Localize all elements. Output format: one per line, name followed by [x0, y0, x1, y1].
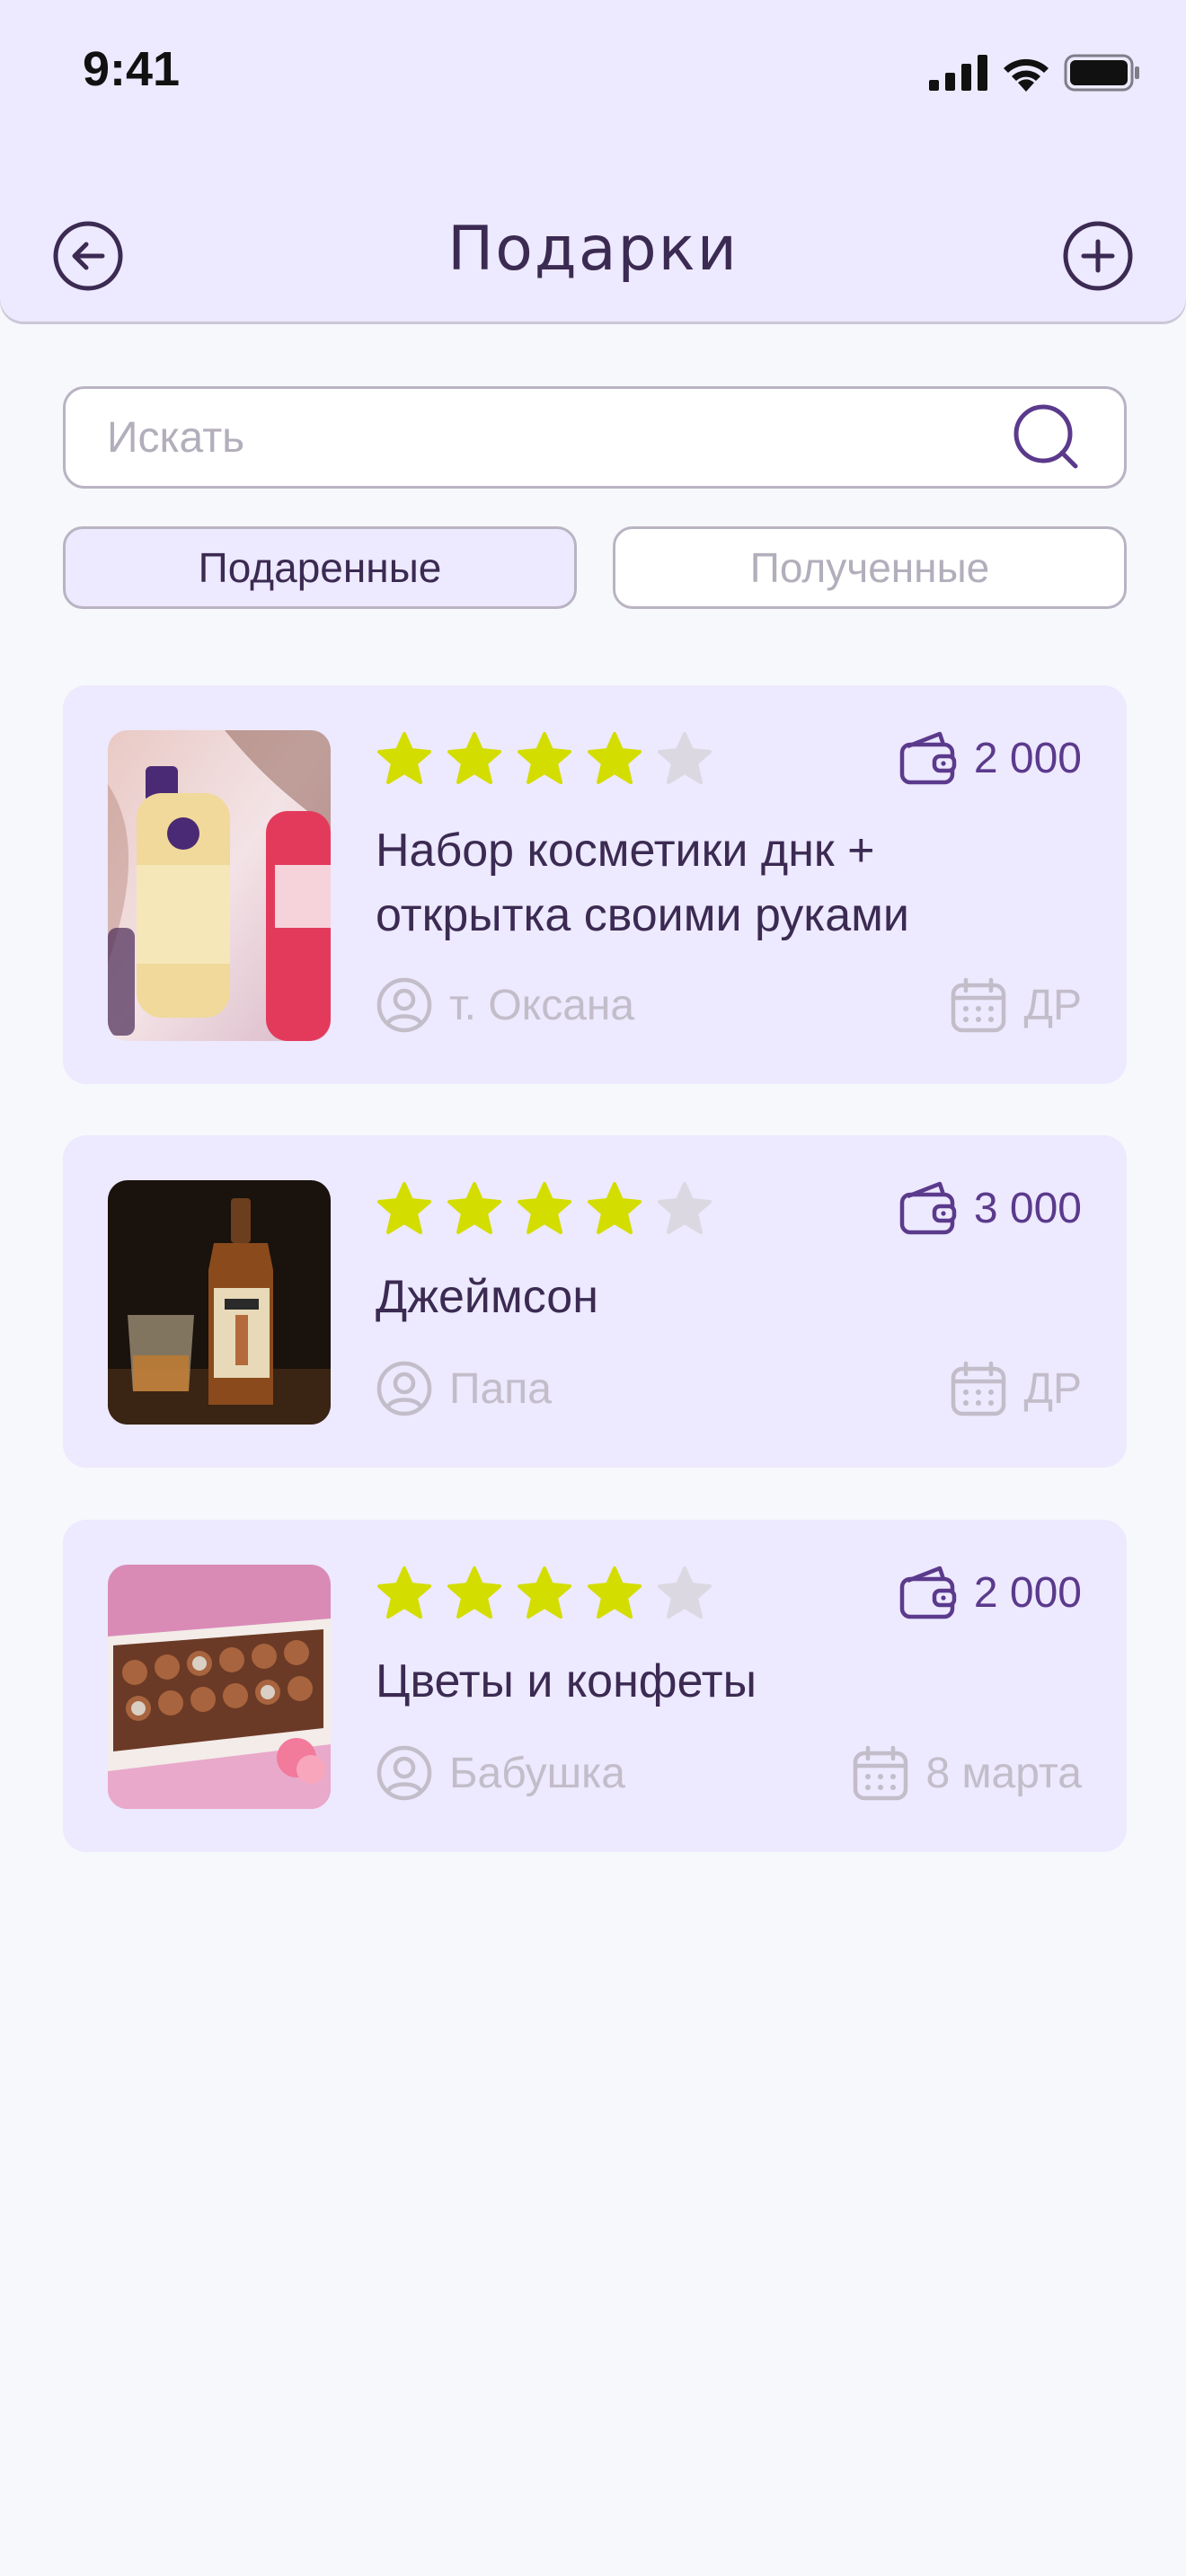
occasion-label: ДР — [1023, 1364, 1082, 1413]
tab-given[interactable]: Подаренные — [63, 526, 577, 609]
star-icon — [658, 1566, 712, 1619]
occasion-label: 8 марта — [925, 1749, 1082, 1797]
star-icon — [518, 732, 571, 784]
gift-price: 3 000 — [898, 1180, 1082, 1236]
star-icon — [658, 1182, 712, 1234]
user-icon — [376, 977, 432, 1033]
gift-occasion: ДР — [950, 1360, 1082, 1417]
gift-price: 2 000 — [898, 730, 1082, 786]
add-gift-button[interactable] — [1062, 220, 1134, 292]
wifi-icon — [1004, 58, 1049, 92]
calendar-icon — [854, 1745, 908, 1801]
rating-stars — [376, 1565, 713, 1622]
star-icon — [588, 732, 642, 784]
battery-icon — [1064, 54, 1139, 92]
gift-recipient: Бабушка — [376, 1744, 625, 1802]
gift-image-cosmetics — [108, 730, 331, 1041]
price-value: 2 000 — [973, 1568, 1082, 1617]
gift-image-chocolates — [108, 1565, 331, 1809]
star-icon — [447, 1182, 501, 1234]
wallet-icon — [899, 1566, 957, 1619]
star-icon — [377, 1566, 431, 1619]
status-icons — [929, 50, 1141, 95]
status-time: 9:41 — [83, 42, 181, 96]
gift-title-line: открытка своими руками — [376, 889, 909, 941]
gift-card[interactable]: 3 000 Джеймсон Папа ДР — [63, 1135, 1127, 1468]
header: 9:41 Подарки — [0, 0, 1186, 322]
recipient-name: Бабушка — [449, 1749, 625, 1797]
search-icon[interactable] — [1011, 401, 1083, 473]
rating-stars — [376, 1180, 713, 1238]
signal-icon — [929, 55, 987, 91]
gift-occasion: ДР — [950, 976, 1082, 1034]
gift-recipient: Папа — [376, 1360, 552, 1417]
tab-received[interactable]: Полученные — [613, 526, 1127, 609]
star-icon — [518, 1566, 571, 1619]
calendar-icon — [951, 977, 1006, 1033]
calendar-icon — [951, 1361, 1006, 1416]
star-icon — [518, 1182, 571, 1234]
star-icon — [447, 732, 501, 784]
occasion-label: ДР — [1023, 981, 1082, 1029]
user-icon — [376, 1745, 432, 1801]
search-input[interactable] — [107, 389, 1005, 486]
star-icon — [377, 732, 431, 784]
gift-occasion: 8 марта — [852, 1744, 1082, 1802]
star-icon — [588, 1566, 642, 1619]
gift-title: Набор косметики днк + открытка своими ру… — [376, 818, 1058, 948]
recipient-name: Папа — [449, 1364, 552, 1413]
gift-price: 2 000 — [898, 1565, 1082, 1620]
star-icon — [447, 1566, 501, 1619]
page-title: Подарки — [447, 214, 739, 285]
user-icon — [376, 1361, 432, 1416]
star-icon — [588, 1182, 642, 1234]
gift-recipient: т. Оксана — [376, 976, 634, 1034]
gift-title: Цветы и конфеты — [376, 1649, 1058, 1714]
gift-card[interactable]: 2 000 Набор косметики днк + открытка сво… — [63, 685, 1127, 1084]
add-icon — [1063, 221, 1133, 291]
recipient-name: т. Оксана — [449, 981, 635, 1029]
gift-card[interactable]: 2 000 Цветы и конфеты Бабушка 8 марта — [63, 1520, 1127, 1852]
gifts-screen: 9:41 Подарки Искать Подаренные Полученны… — [0, 0, 1186, 2576]
wallet-icon — [899, 731, 957, 785]
search-bar — [63, 386, 1127, 489]
price-value: 2 000 — [973, 734, 1082, 782]
wallet-icon — [899, 1181, 957, 1235]
star-icon — [658, 732, 712, 784]
rating-stars — [376, 730, 713, 788]
gift-title: Джеймсон — [376, 1265, 1058, 1329]
gift-title-line: Джеймсон — [376, 1271, 598, 1323]
gift-title-line: Цветы и конфеты — [376, 1655, 757, 1707]
gift-image-whiskey — [108, 1180, 331, 1425]
star-icon — [377, 1182, 431, 1234]
gift-title-line: Набор косметики днк + — [376, 825, 875, 877]
price-value: 3 000 — [973, 1184, 1082, 1232]
